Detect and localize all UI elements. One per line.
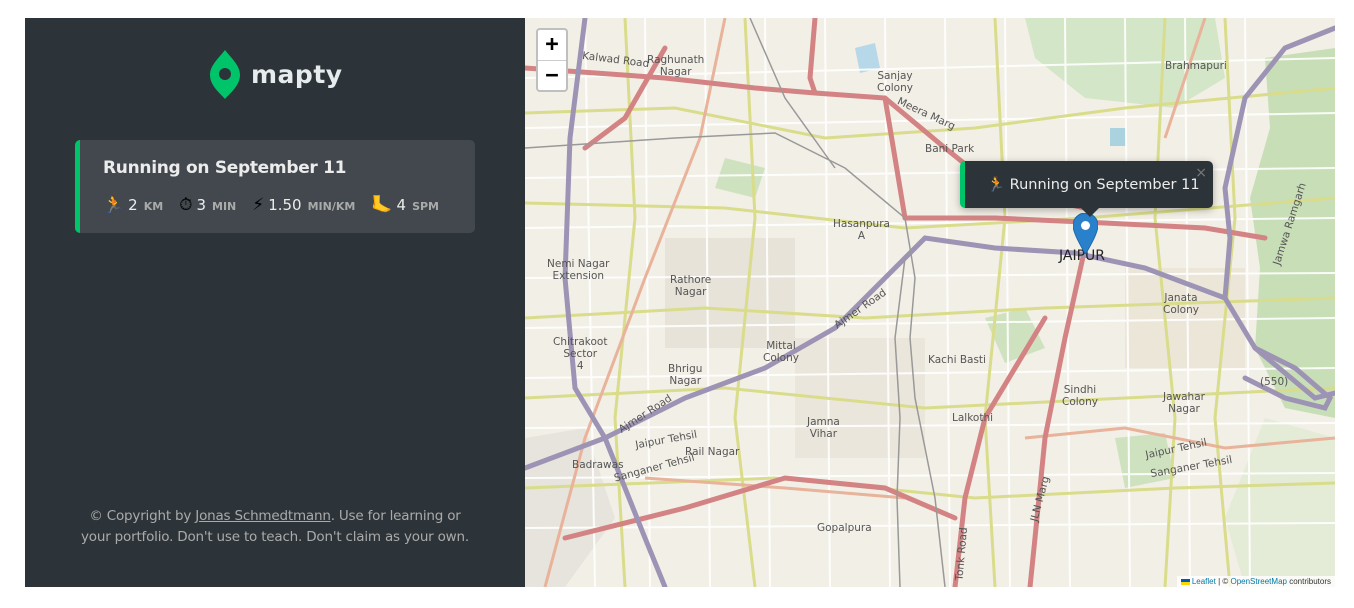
map[interactable]: Kalwad Road Raghunath Nagar Sanjay Colon… xyxy=(525,18,1335,587)
cadence-unit: SPM xyxy=(412,200,439,213)
pace-value: 1.50 xyxy=(268,196,302,214)
cadence-value: 4 xyxy=(396,196,407,214)
popup-close-button[interactable]: × xyxy=(1195,165,1207,181)
popup-text: Running on September 11 xyxy=(1009,177,1200,193)
map-label: Brahmapuri xyxy=(1165,60,1227,72)
map-label: Jawahar Nagar xyxy=(1163,391,1205,415)
attribution-separator: | © xyxy=(1215,577,1231,586)
workout-detail-distance: 🏃 2 KM xyxy=(103,195,163,215)
map-label: Gopalpura xyxy=(817,522,872,534)
map-label: Bani Park xyxy=(925,143,975,155)
duration-value: 3 xyxy=(196,196,207,214)
sidebar: mapty Running on September 11 🏃 2 KM ⏱ 3… xyxy=(25,18,525,587)
logo: mapty xyxy=(209,48,343,100)
attribution-contributors: contributors xyxy=(1286,577,1331,586)
map-label: Kachi Basti xyxy=(928,354,986,366)
runner-icon: 🏃 xyxy=(987,177,1006,193)
map-label: Hasanpura A xyxy=(833,218,890,242)
osm-link[interactable]: OpenStreetMap xyxy=(1230,577,1286,586)
map-label: Badrawas xyxy=(572,459,624,471)
ukraine-flag-icon xyxy=(1180,578,1190,585)
popup-content: 🏃 Running on September 11 xyxy=(987,176,1200,193)
lightning-icon: ⚡ xyxy=(252,195,265,214)
map-label: Mittal Colony xyxy=(763,340,799,364)
zoom-in-button[interactable]: + xyxy=(538,30,566,60)
zoom-out-button[interactable]: − xyxy=(538,60,566,90)
map-label: Rathore Nagar xyxy=(670,274,712,298)
workout-detail-pace: ⚡ 1.50 MIN/KM xyxy=(252,195,355,215)
map-label: Bhrigu Nagar xyxy=(668,363,703,387)
leaflet-link[interactable]: Leaflet xyxy=(1192,577,1216,586)
map-label: Sindhi Colony xyxy=(1062,384,1098,408)
map-label: Sanjay Colony xyxy=(877,70,913,94)
map-pin-logo-icon xyxy=(210,50,240,99)
map-label: Chitrakoot Sector 4 xyxy=(553,336,608,372)
footprint-icon: 🦶 xyxy=(371,195,393,214)
copyright: © Copyright by Jonas Schmedtmann. Use fo… xyxy=(75,506,475,548)
map-label: Janata Colony xyxy=(1163,292,1199,316)
copyright-prefix: © Copyright by xyxy=(89,508,196,524)
zoom-control: + − xyxy=(536,28,568,92)
workout-title: Running on September 11 xyxy=(103,158,347,178)
author-link[interactable]: Jonas Schmedtmann xyxy=(195,508,331,524)
map-label: Raghunath Nagar xyxy=(647,54,705,78)
map-label: Jamna Vihar xyxy=(807,416,840,440)
workout-popup[interactable]: 🏃 Running on September 11 × xyxy=(960,161,1213,217)
map-label: Nemi Nagar Extension xyxy=(547,258,610,282)
workout-card-running[interactable]: Running on September 11 🏃 2 KM ⏱ 3 MIN ⚡… xyxy=(75,140,475,233)
workout-detail-cadence: 🦶 4 SPM xyxy=(371,195,439,215)
runner-icon: 🏃 xyxy=(103,195,125,214)
map-marker-icon[interactable] xyxy=(1073,213,1098,254)
workout-detail-duration: ⏱ 3 MIN xyxy=(179,195,236,215)
map-tiles[interactable] xyxy=(525,18,1335,587)
map-label: Lalkothi xyxy=(952,412,994,424)
map-label: (550) xyxy=(1260,376,1289,388)
app-container: mapty Running on September 11 🏃 2 KM ⏱ 3… xyxy=(25,18,1335,587)
logo-text: mapty xyxy=(251,59,343,89)
map-attribution: Leaflet | © OpenStreetMap contributors xyxy=(1176,576,1335,587)
workout-details: 🏃 2 KM ⏱ 3 MIN ⚡ 1.50 MIN/KM 🦶 4 SPM xyxy=(103,195,455,215)
duration-unit: MIN xyxy=(212,200,237,213)
distance-value: 2 xyxy=(128,196,138,214)
stopwatch-icon: ⏱ xyxy=(179,195,193,214)
pace-unit: MIN/KM xyxy=(307,200,356,213)
distance-unit: KM xyxy=(143,200,164,213)
